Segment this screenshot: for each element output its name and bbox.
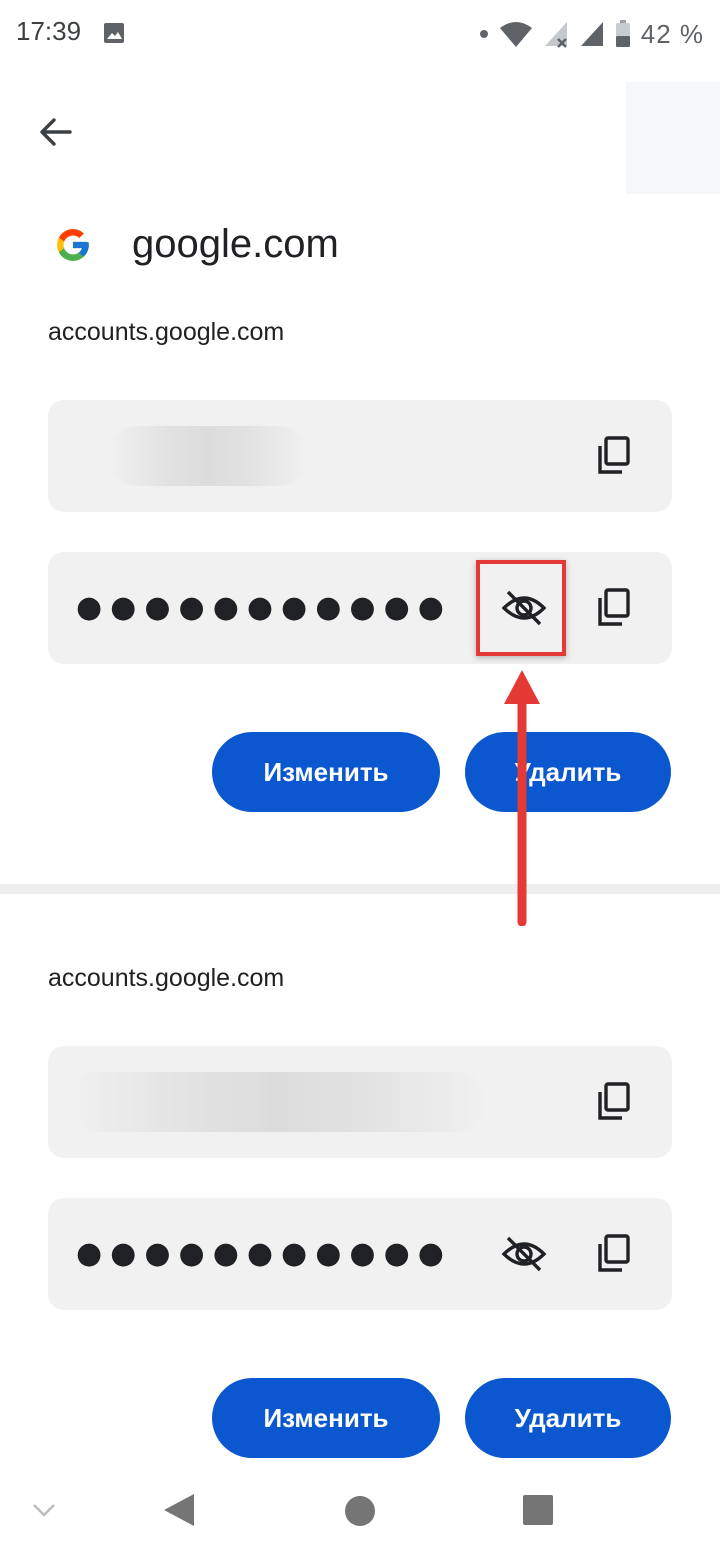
password-mask: ●●●●●●●●●●● [76, 1236, 452, 1271]
nav-recents-icon[interactable] [522, 1494, 554, 1526]
password-mask: ●●●●●●●●●●● [76, 590, 452, 625]
site-title: google.com [132, 222, 339, 266]
username-field [48, 400, 672, 512]
signal-icon [580, 22, 603, 46]
chevron-down-icon[interactable] [30, 1500, 58, 1520]
status-time: 17:39 [16, 16, 82, 46]
password-field: ●●●●●●●●●●● [48, 552, 672, 664]
edit-button[interactable]: Изменить [212, 732, 440, 812]
section-divider [0, 884, 720, 894]
system-navigation-bar [0, 1470, 720, 1560]
battery-percent: 42 % [640, 18, 704, 49]
visibility-off-icon[interactable] [500, 1230, 548, 1278]
signal-no-sim-icon [544, 22, 567, 48]
entry-domain: accounts.google.com [48, 964, 285, 992]
gallery-notification-icon [104, 23, 124, 43]
nav-back-icon[interactable] [162, 1492, 196, 1528]
google-g-logo [57, 229, 89, 261]
annotation-highlight-box [476, 560, 566, 656]
copy-icon[interactable] [590, 1230, 638, 1278]
copy-icon[interactable] [590, 432, 638, 480]
annotation-arrow-icon [504, 670, 540, 926]
arrow-back-icon[interactable] [30, 106, 82, 158]
edit-button[interactable]: Изменить [212, 1378, 440, 1458]
entry-domain: accounts.google.com [48, 318, 285, 346]
delete-button[interactable]: Удалить [465, 1378, 671, 1458]
status-bar: 17:39 42 % [0, 0, 720, 70]
redacted-username [68, 1072, 488, 1132]
notification-dot-icon [479, 30, 488, 38]
delete-button[interactable]: Удалить [465, 732, 671, 812]
status-indicators: 42 % [479, 16, 704, 52]
copy-icon[interactable] [590, 1078, 638, 1126]
copy-icon[interactable] [590, 584, 638, 632]
nav-home-icon[interactable] [343, 1494, 377, 1528]
username-field [48, 1046, 672, 1158]
redacted-username [108, 426, 308, 486]
redacted-region [626, 82, 720, 194]
password-field: ●●●●●●●●●●● [48, 1198, 672, 1310]
wifi-icon [499, 22, 532, 47]
battery-icon [615, 20, 630, 47]
